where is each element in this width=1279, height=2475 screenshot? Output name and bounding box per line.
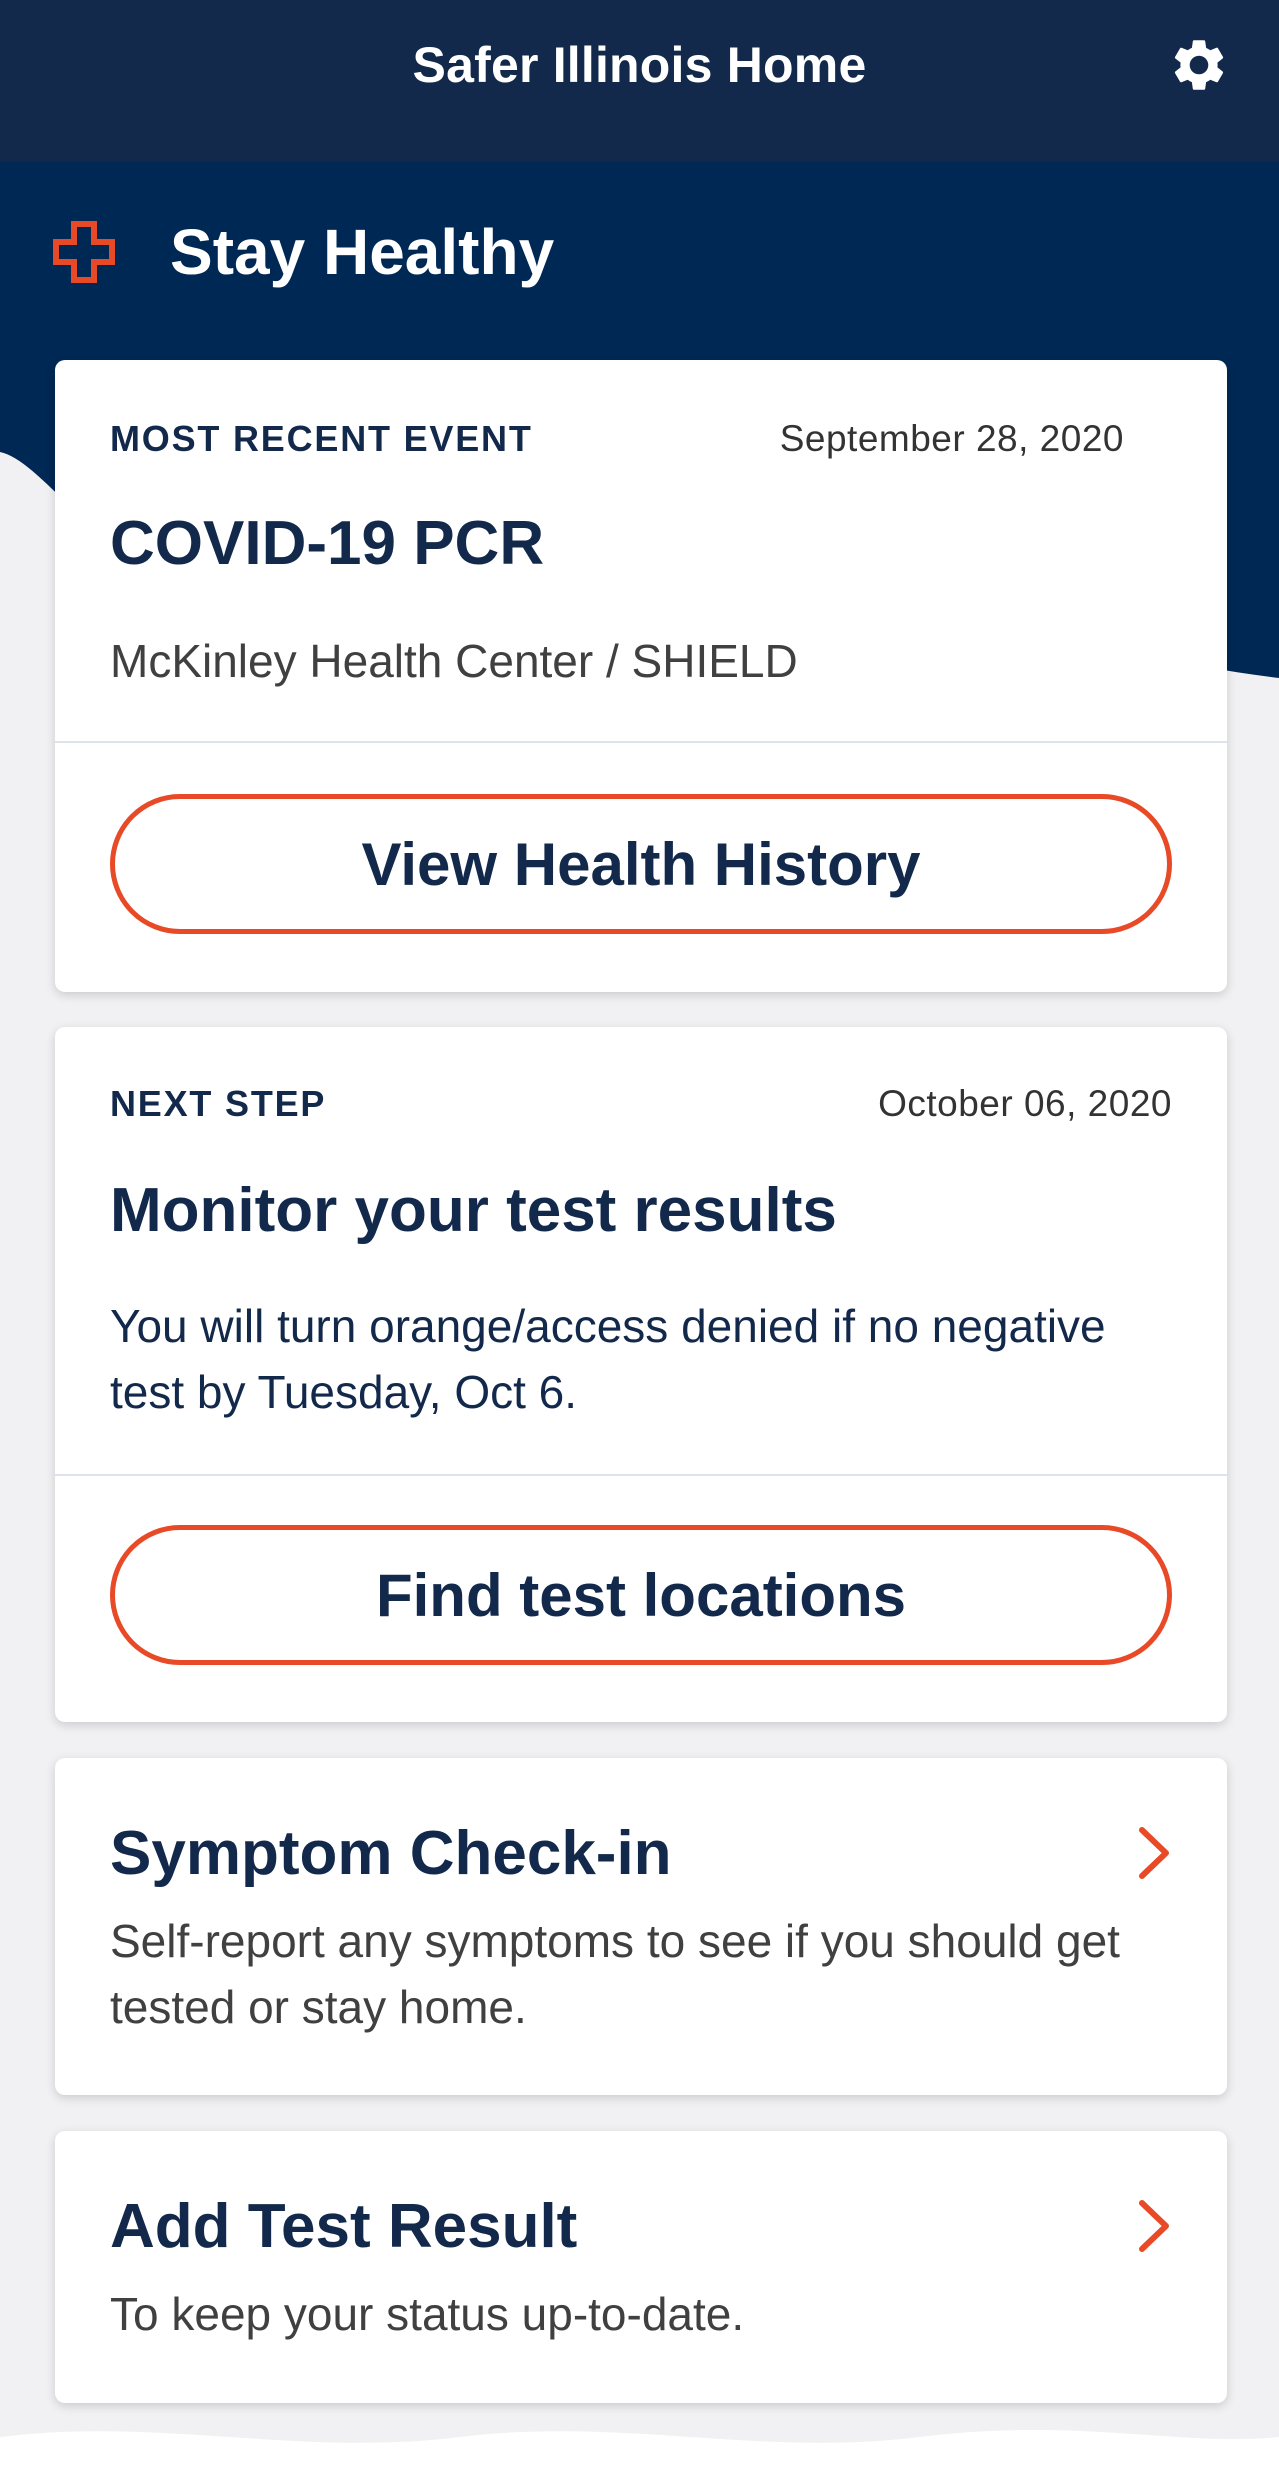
next-step-card: NEXT STEP October 06, 2020 Monitor your …	[55, 1027, 1227, 1722]
add-test-result-card[interactable]: Add Test Result To keep your status up-t…	[55, 2131, 1227, 2403]
page-title: Safer Illinois Home	[412, 37, 867, 93]
add-test-result-title: Add Test Result	[110, 2192, 578, 2261]
recent-event-date: September 28, 2020	[779, 418, 1124, 459]
chevron-right-icon[interactable]	[1136, 2199, 1172, 2253]
next-step-title: Monitor your test results	[110, 1176, 837, 1245]
safer-illinois-home-screen: Safer Illinois Home Stay Healthy MOST RE…	[0, 0, 1279, 2475]
section-header: Stay Healthy	[52, 210, 554, 294]
gear-icon[interactable]	[1168, 34, 1230, 96]
recent-event-title: COVID-19 PCR	[110, 509, 545, 578]
chevron-right-icon[interactable]	[1136, 1826, 1172, 1880]
recent-event-eyebrow: MOST RECENT EVENT	[110, 418, 533, 459]
next-step-date: October 06, 2020	[878, 1083, 1172, 1124]
recent-event-location: McKinley Health Center / SHIELD	[110, 635, 798, 687]
next-step-eyebrow: NEXT STEP	[110, 1083, 327, 1124]
add-test-result-description: To keep your status up-to-date.	[110, 2288, 745, 2340]
recent-event-card: MOST RECENT EVENT September 28, 2020 COV…	[55, 360, 1227, 992]
medical-cross-icon	[53, 221, 115, 283]
symptom-checkin-title: Symptom Check-in	[110, 1819, 672, 1888]
top-bar: Safer Illinois Home	[0, 0, 1279, 162]
divider	[55, 741, 1227, 743]
find-test-locations-button[interactable]: Find test locations	[110, 1525, 1172, 1665]
section-title: Stay Healthy	[170, 216, 555, 288]
view-health-history-button[interactable]: View Health History	[110, 794, 1172, 934]
bottom-wave	[0, 2429, 1279, 2475]
symptom-checkin-description: Self-report any symptoms to see if you s…	[110, 1915, 1120, 2033]
divider	[55, 1474, 1227, 1476]
next-step-description: You will turn orange/access denied if no…	[110, 1300, 1106, 1418]
symptom-checkin-card[interactable]: Symptom Check-in Self-report any symptom…	[55, 1758, 1227, 2095]
